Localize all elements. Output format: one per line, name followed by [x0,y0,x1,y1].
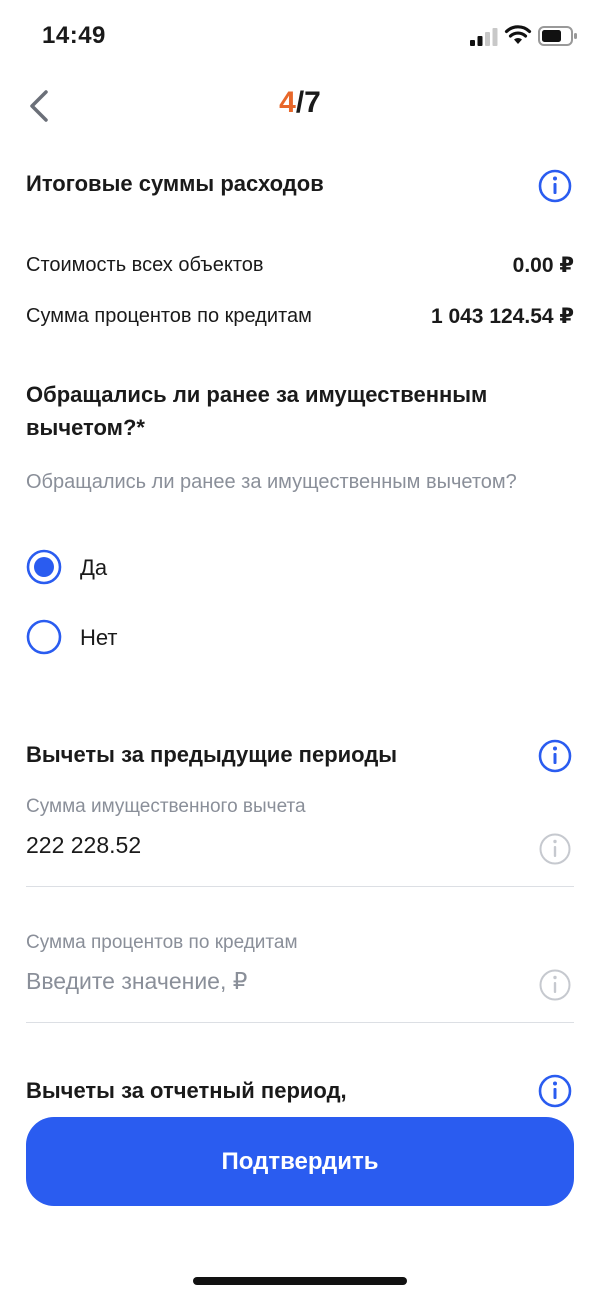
deduction-amount-input[interactable] [26,832,506,859]
radio-label-no: Нет [80,625,118,650]
status-bar: 14:49 [0,0,600,70]
cellular-signal-icon [470,28,498,46]
step-total: /7 [295,86,321,119]
loan-interest-input[interactable] [26,968,506,995]
loan-interest-label: Сумма процентов по кредитам [26,305,312,327]
summary-info-icon[interactable] [538,169,572,203]
radio-unselected-icon [26,619,62,655]
field-underline [26,886,574,887]
reporting-period-title: Вычеты за отчетный период, [26,1078,347,1103]
previous-periods-title: Вычеты за предыдущие периоды [26,742,398,767]
loan-interest-value: 1 043 124.54 ₽ [430,305,574,328]
step-indicator: 4/7 [0,86,600,120]
deduction-amount-field: Сумма имущественного вычета [26,796,574,888]
reporting-period-info-icon[interactable] [538,1074,572,1108]
objects-cost-label: Стоимость всех объектов [26,254,264,276]
deduction-amount-info-icon[interactable] [538,832,572,866]
previous-periods-info-icon[interactable] [538,739,572,773]
status-time: 14:49 [42,22,106,49]
loan-interest-field: Сумма процентов по кредитам [26,932,574,1024]
summary-title: Итоговые суммы расходов [26,171,324,196]
wifi-icon [504,25,532,44]
radio-selected-icon [26,549,62,585]
question-subtitle: Обращались ли ранее за имущественным выч… [26,471,517,493]
home-indicator [193,1277,407,1285]
deduction-amount-label: Сумма имущественного вычета [26,796,306,817]
objects-cost-value: 0.00 ₽ [512,254,574,277]
field-underline [26,1022,574,1023]
step-current: 4 [279,86,296,119]
battery-icon [538,26,577,46]
loan-interest-info-icon[interactable] [538,968,572,1002]
question-title: Обращались ли ранее за имущественным выч… [26,382,488,440]
radio-label-yes: Да [80,555,108,580]
confirm-button[interactable]: Подтвердить [26,1117,574,1206]
loan-interest-field-label: Сумма процентов по кредитам [26,932,298,953]
